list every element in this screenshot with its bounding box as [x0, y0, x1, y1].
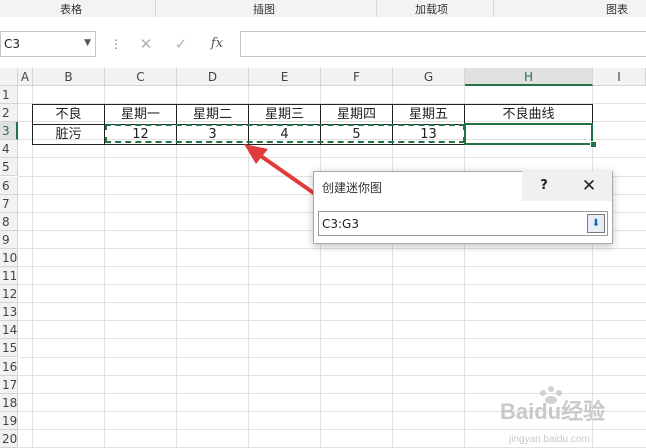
data-range-input[interactable]: C3:G3 ⬇ — [318, 211, 608, 236]
dialog-title: 创建迷你图 — [322, 181, 383, 195]
close-button[interactable]: ✕ — [566, 171, 612, 201]
help-button[interactable]: ? — [522, 171, 566, 201]
data-range-value: C3:G3 — [322, 217, 359, 231]
baidu-watermark-icon: Baidu经验 jingyan.baidu.com — [500, 386, 605, 445]
collapse-dialog-icon[interactable]: ⬇ — [587, 214, 605, 233]
watermark-subtext: jingyan.baidu.com — [508, 434, 590, 445]
watermark-text: Baidu经验 — [500, 399, 605, 424]
